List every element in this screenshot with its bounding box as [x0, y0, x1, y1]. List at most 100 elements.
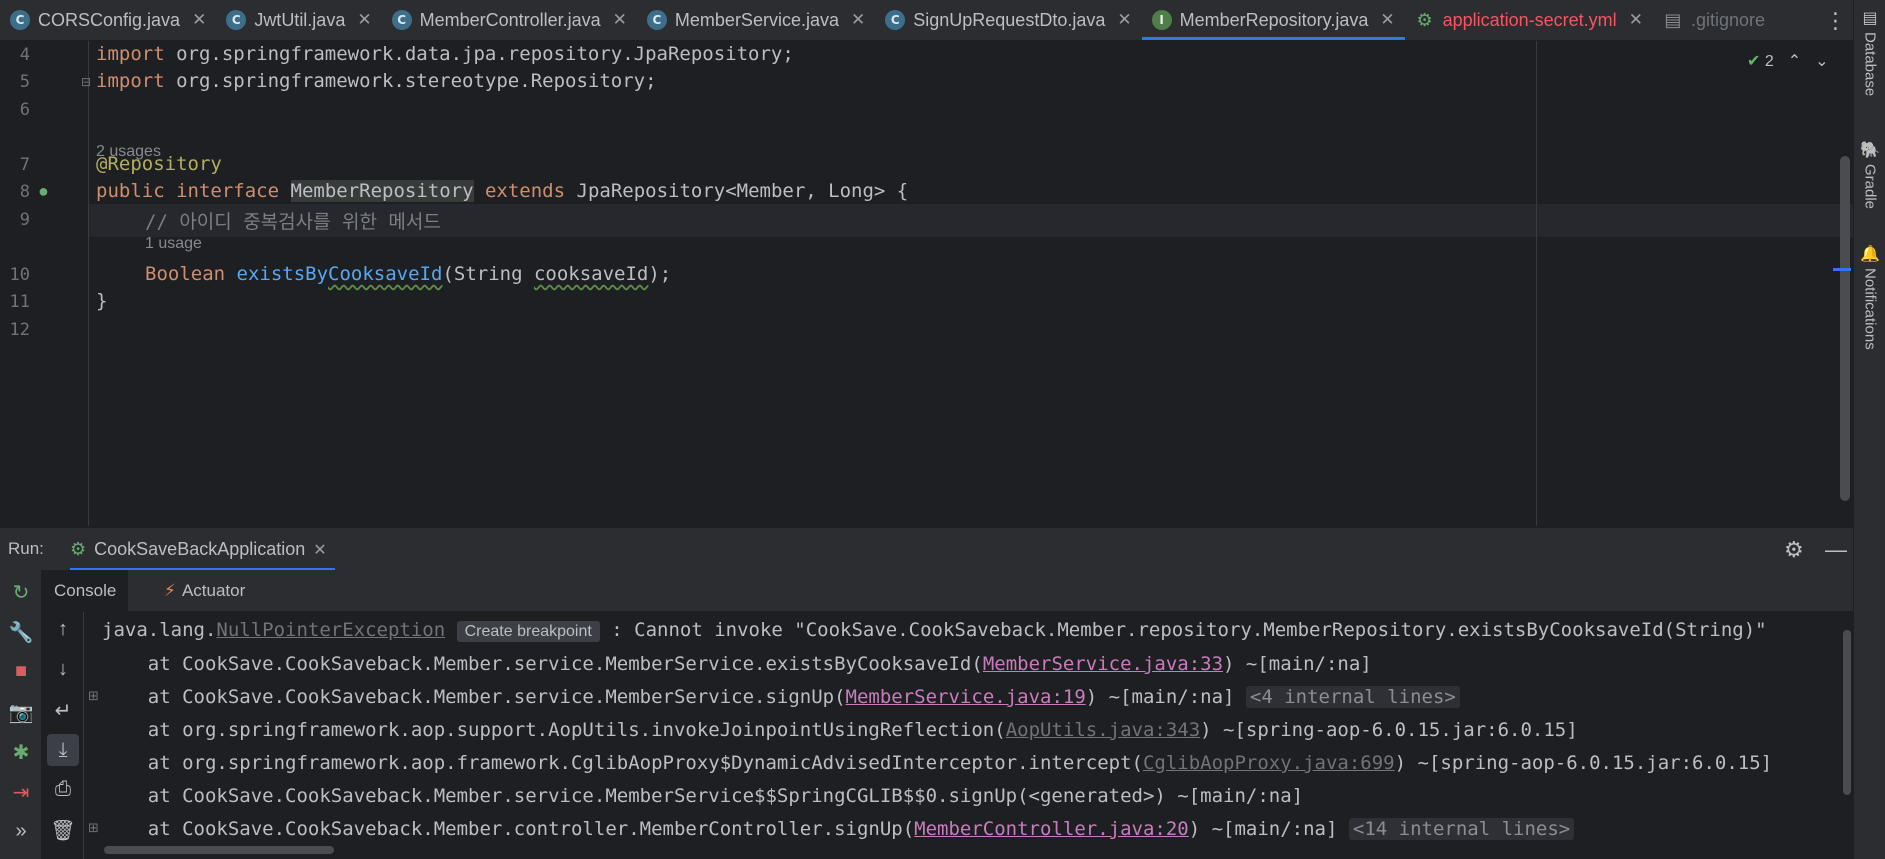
close-icon[interactable]: ✕: [1629, 10, 1643, 30]
tab-jwtutil[interactable]: C JwtUtil.java ✕: [216, 0, 381, 40]
gradle-tool[interactable]: 🐘 Gradle: [1854, 140, 1885, 209]
right-tool-stripe: ▤ Database 🐘 Gradle 🔔 Notifications: [1853, 0, 1885, 859]
console-tab-label: Console: [54, 581, 117, 600]
close-icon[interactable]: ✕: [357, 10, 371, 30]
line-number: 6: [19, 100, 30, 120]
run-config-tab[interactable]: ⚙ CookSaveBackApplication ✕: [70, 528, 335, 571]
line-number: 5: [19, 72, 30, 92]
trash-icon[interactable]: 🗑: [42, 818, 84, 843]
console-vertical-scrollbar[interactable]: [1843, 630, 1851, 795]
gitignore-file-icon: ▤: [1664, 9, 1682, 31]
actuator-tab-label: Actuator: [181, 581, 246, 600]
tab-console[interactable]: Console: [42, 570, 129, 612]
wrench-icon[interactable]: 🔧: [0, 620, 42, 645]
tab-label: MemberController.java: [419, 9, 601, 30]
tab-gitignore[interactable]: ▤ .gitignore: [1653, 0, 1775, 40]
chevron-down-icon[interactable]: ⌄: [1815, 51, 1828, 71]
actuator-icon: ⚡: [164, 581, 176, 600]
tab-label: MemberService.java: [674, 9, 839, 30]
line-number: 4: [19, 45, 30, 65]
notifications-tool[interactable]: 🔔 Notifications: [1854, 244, 1885, 350]
console-line: at CookSave.CookSaveback.Member.service.…: [102, 686, 1460, 708]
source-link[interactable]: MemberController.java:20: [914, 818, 1189, 840]
tab-signuprequestdto[interactable]: C SignUpRequestDto.java ✕: [875, 0, 1141, 40]
close-icon[interactable]: ✕: [1117, 10, 1131, 30]
expand-fold-icon[interactable]: ⊞: [88, 688, 99, 704]
line-number: 11: [9, 292, 30, 312]
tab-memberrepository[interactable]: I MemberRepository.java ✕: [1141, 0, 1405, 40]
print-icon[interactable]: ⎙: [42, 778, 84, 801]
library-link[interactable]: CglibAopProxy.java:699: [1143, 752, 1395, 774]
console-line: at CookSave.CookSaveback.Member.service.…: [102, 785, 1304, 807]
class-icon: C: [226, 10, 247, 30]
tab-label: application-secret.yml: [1442, 9, 1617, 30]
close-icon[interactable]: ✕: [1380, 10, 1394, 30]
close-icon[interactable]: ✕: [192, 10, 206, 30]
database-label: Database: [1861, 32, 1879, 97]
rerun-icon[interactable]: ↻: [0, 580, 42, 605]
code-line-8: public interface MemberRepository extend…: [96, 180, 909, 202]
spring-boot-icon: ⚙: [70, 539, 87, 559]
console-line: at CookSave.CookSaveback.Member.controll…: [102, 818, 1575, 840]
gear-icon[interactable]: ⚙: [1784, 537, 1804, 563]
code-line-5: import org.springframework.stereotype.Re…: [96, 70, 657, 92]
arrow-down-icon[interactable]: ↓: [42, 658, 84, 681]
notifications-label: Notifications: [1861, 268, 1879, 350]
right-margin-guide: [1536, 41, 1537, 526]
tab-label: MemberRepository.java: [1179, 9, 1369, 30]
database-tool[interactable]: ▤ Database: [1854, 8, 1885, 96]
chevron-up-icon[interactable]: ⌃: [1788, 51, 1801, 71]
line-number: 9: [19, 210, 30, 230]
inspection-widget[interactable]: ✔ 2 ⌃ ⌄: [1747, 51, 1829, 71]
close-icon[interactable]: ✕: [851, 10, 865, 30]
tab-corsconfig[interactable]: C CORSConfig.java ✕: [0, 0, 216, 40]
more-tools-icon[interactable]: »: [0, 820, 42, 843]
run-toolbar: ↻ 🔧 ■ 📷 ✱ ⇥ »: [0, 570, 42, 859]
console-toolbar: ↑ ↓ ↵ ⤓ ⎙ 🗑: [42, 612, 84, 859]
tab-actuator[interactable]: ⚡ Actuator: [152, 570, 257, 612]
class-icon: C: [646, 10, 667, 30]
console-horizontal-scrollbar[interactable]: [104, 846, 334, 854]
minimize-icon[interactable]: —: [1825, 537, 1847, 563]
run-tool-window-header: Run: ⚙ CookSaveBackApplication ✕ ⚙ —: [0, 527, 1853, 571]
implemented-gutter-icon[interactable]: ●: [38, 181, 49, 202]
tab-label: JwtUtil.java: [254, 9, 346, 30]
gradle-icon: 🐘: [1860, 142, 1880, 159]
line-number: 7: [19, 155, 30, 175]
inspection-status: ✔ 2: [1747, 51, 1774, 71]
code-editor[interactable]: 4 5 6 7 8 9 10 11 12 ● ⊟ import org.spri…: [0, 41, 1853, 526]
internal-lines-fold[interactable]: <14 internal lines>: [1348, 818, 1575, 840]
source-link[interactable]: MemberService.java:19: [846, 686, 1086, 708]
expand-fold-icon[interactable]: ⊞: [88, 820, 99, 836]
source-link[interactable]: MemberService.java:33: [983, 653, 1223, 675]
code-line-11: }: [96, 290, 108, 312]
console-output[interactable]: java.lang.NullPointerException Create br…: [84, 612, 1853, 859]
editor-scrollbar[interactable]: [1840, 156, 1850, 501]
tab-membercontroller[interactable]: C MemberController.java ✕: [382, 0, 637, 40]
camera-icon[interactable]: 📷: [0, 700, 42, 725]
class-icon: C: [391, 10, 412, 30]
exit-icon[interactable]: ⇥: [0, 780, 42, 805]
debug-icon[interactable]: ✱: [0, 740, 42, 765]
bell-icon: 🔔: [1860, 246, 1880, 263]
create-breakpoint-button[interactable]: Create breakpoint: [456, 621, 600, 642]
tab-label: CORSConfig.java: [38, 9, 181, 30]
more-tabs-icon[interactable]: ⋮: [1818, 0, 1853, 41]
exception-link[interactable]: NullPointerException: [216, 619, 445, 641]
library-link[interactable]: AopUtils.java:343: [1006, 719, 1200, 741]
soft-wrap-icon[interactable]: ↵: [42, 698, 84, 723]
gutter-divider: [88, 41, 89, 526]
usage-hint[interactable]: 1 usage: [145, 235, 202, 253]
tab-application-secret[interactable]: ⚙ application-secret.yml ✕: [1405, 0, 1653, 40]
stop-icon[interactable]: ■: [0, 660, 42, 683]
close-icon[interactable]: ✕: [313, 540, 326, 560]
check-icon: ✔: [1747, 53, 1761, 70]
tab-memberservice[interactable]: C MemberService.java ✕: [637, 0, 875, 40]
run-subtabs: Console ⚡ Actuator: [42, 570, 1853, 612]
scroll-to-end-icon[interactable]: ⤓: [47, 734, 79, 766]
internal-lines-fold[interactable]: <4 internal lines>: [1245, 686, 1460, 708]
close-icon[interactable]: ✕: [613, 10, 627, 30]
scroll-position-marker: [1833, 268, 1851, 271]
arrow-up-icon[interactable]: ↑: [42, 618, 84, 641]
fold-marker-icon[interactable]: ⊟: [81, 75, 91, 89]
